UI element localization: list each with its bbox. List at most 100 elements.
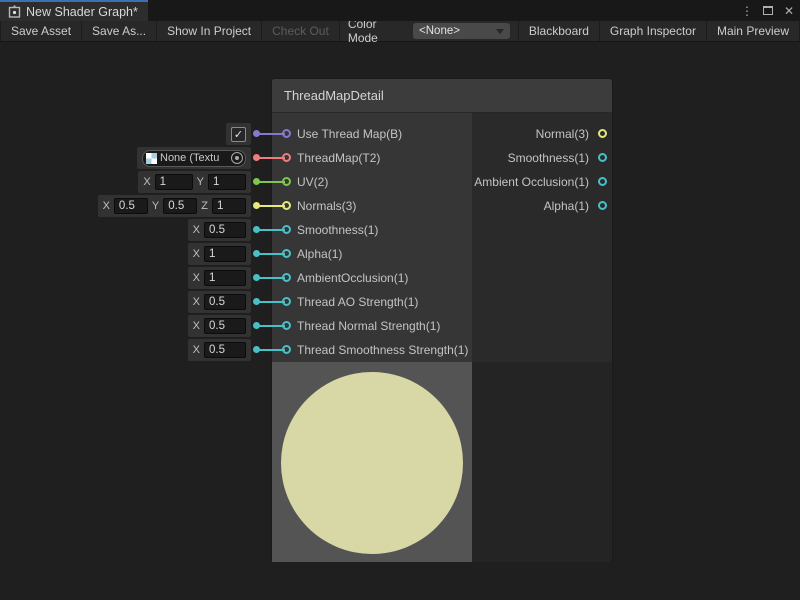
port-default-dot xyxy=(253,322,260,329)
texture-thumb-icon xyxy=(146,153,157,164)
toolbar-left-group: Save AssetSave As...Show In ProjectCheck… xyxy=(0,21,340,41)
dropdown-arrow-icon xyxy=(496,29,504,34)
port-default-widget: X xyxy=(188,267,251,289)
tab-title: New Shader Graph* xyxy=(26,5,138,19)
port-default-widget: ✓ xyxy=(226,123,251,145)
preview-sphere xyxy=(281,372,463,554)
port-default-widget: X xyxy=(188,243,251,265)
output-port-circle[interactable] xyxy=(598,201,607,210)
axis-label: X xyxy=(143,176,150,188)
port-default-widget: None (Textu xyxy=(137,147,251,169)
close-icon[interactable]: ✕ xyxy=(782,4,796,18)
color-mode-label: Color Mode xyxy=(340,17,413,45)
output-port-label: Normal(3) xyxy=(536,122,589,146)
number-field[interactable] xyxy=(163,198,197,214)
number-field[interactable] xyxy=(204,318,246,334)
input-port-row: AmbientOcclusion(1)X xyxy=(272,266,472,290)
axis-label: X xyxy=(193,248,200,260)
port-default-dot xyxy=(253,298,260,305)
input-port-label: Alpha(1) xyxy=(297,242,342,266)
axis-label: X xyxy=(193,344,200,356)
shader-node[interactable]: ThreadMapDetail Use Thread Map(B)✓Thread… xyxy=(271,78,613,562)
output-port-circle[interactable] xyxy=(598,129,607,138)
port-default-dot xyxy=(253,274,260,281)
save-asset-button[interactable]: Save Asset xyxy=(0,21,82,41)
node-header[interactable]: ThreadMapDetail xyxy=(272,79,612,113)
node-body: Use Thread Map(B)✓ThreadMap(T2)None (Tex… xyxy=(272,113,612,362)
save-as-button[interactable]: Save As... xyxy=(82,21,157,41)
more-icon[interactable]: ⋮ xyxy=(740,4,754,18)
input-port-row: Use Thread Map(B)✓ xyxy=(272,122,472,146)
output-port-circle[interactable] xyxy=(598,177,607,186)
port-connector-line xyxy=(258,253,285,255)
color-mode-group: Color Mode <None> xyxy=(340,21,518,41)
axis-label: X xyxy=(193,320,200,332)
color-mode-value: <None> xyxy=(419,25,496,37)
input-port-label: Thread Smoothness Strength(1) xyxy=(297,338,468,362)
use-thread-map-checkbox[interactable]: ✓ xyxy=(231,127,246,142)
object-picker-icon[interactable] xyxy=(231,152,243,164)
blackboard-button[interactable]: Blackboard xyxy=(518,21,600,41)
number-field[interactable] xyxy=(155,174,193,190)
main-preview-button[interactable]: Main Preview xyxy=(707,21,800,41)
graph-canvas[interactable]: ThreadMapDetail Use Thread Map(B)✓Thread… xyxy=(0,42,800,600)
port-connector-line xyxy=(258,133,285,135)
graph-inspector-button[interactable]: Graph Inspector xyxy=(600,21,707,41)
port-default-dot xyxy=(253,250,260,257)
texture-field-value: None (Textu xyxy=(160,152,228,164)
input-port-label: AmbientOcclusion(1) xyxy=(297,266,408,290)
port-default-dot xyxy=(253,202,260,209)
node-preview xyxy=(272,362,612,562)
output-port-label: Smoothness(1) xyxy=(508,146,589,170)
port-connector-line xyxy=(258,277,285,279)
output-port-row: Smoothness(1) xyxy=(472,146,612,170)
shader-graph-icon xyxy=(8,5,21,18)
texture-object-field[interactable]: None (Textu xyxy=(142,150,246,167)
maximize-icon[interactable] xyxy=(761,4,775,18)
input-port-label: UV(2) xyxy=(297,170,328,194)
input-port-label: Use Thread Map(B) xyxy=(297,122,402,146)
port-connector-line xyxy=(258,229,285,231)
port-default-widget: XYZ xyxy=(98,195,251,217)
color-mode-dropdown[interactable]: <None> xyxy=(413,23,510,39)
window-tab[interactable]: New Shader Graph* xyxy=(0,0,148,21)
axis-label: X xyxy=(193,296,200,308)
input-port-label: Normals(3) xyxy=(297,194,356,218)
port-default-widget: X xyxy=(188,315,251,337)
show-in-project-button[interactable]: Show In Project xyxy=(157,21,262,41)
input-port-label: Smoothness(1) xyxy=(297,218,378,242)
axis-label: Z xyxy=(201,200,208,212)
toolbar-right-group: BlackboardGraph InspectorMain Preview xyxy=(518,21,800,41)
port-default-dot xyxy=(253,130,260,137)
check-out-button: Check Out xyxy=(262,21,340,41)
axis-label: X xyxy=(193,224,200,236)
output-port-label: Alpha(1) xyxy=(544,194,589,218)
number-field[interactable] xyxy=(204,246,246,262)
title-bar: New Shader Graph* ⋮ ✕ xyxy=(0,0,800,21)
port-default-dot xyxy=(253,178,260,185)
output-port-circle[interactable] xyxy=(598,153,607,162)
input-port-label: Thread Normal Strength(1) xyxy=(297,314,440,338)
preview-viewport xyxy=(272,362,472,562)
output-ports-column: Normal(3)Smoothness(1)Ambient Occlusion(… xyxy=(472,113,612,362)
number-field[interactable] xyxy=(208,174,246,190)
port-default-widget: X xyxy=(188,339,251,361)
input-port-row: Thread AO Strength(1)X xyxy=(272,290,472,314)
number-field[interactable] xyxy=(204,294,246,310)
input-port-label: ThreadMap(T2) xyxy=(297,146,380,170)
port-default-widget: X xyxy=(188,219,251,241)
port-default-dot xyxy=(253,226,260,233)
output-port-row: Ambient Occlusion(1) xyxy=(472,170,612,194)
number-field[interactable] xyxy=(114,198,148,214)
number-field[interactable] xyxy=(204,342,246,358)
number-field[interactable] xyxy=(204,270,246,286)
output-port-label: Ambient Occlusion(1) xyxy=(474,170,589,194)
axis-label: X xyxy=(193,272,200,284)
input-port-row: Alpha(1)X xyxy=(272,242,472,266)
maximize-glyph xyxy=(763,6,773,15)
number-field[interactable] xyxy=(204,222,246,238)
input-ports-column: Use Thread Map(B)✓ThreadMap(T2)None (Tex… xyxy=(272,113,472,362)
number-field[interactable] xyxy=(212,198,246,214)
axis-label: Y xyxy=(197,176,204,188)
port-default-widget: XY xyxy=(138,171,251,193)
